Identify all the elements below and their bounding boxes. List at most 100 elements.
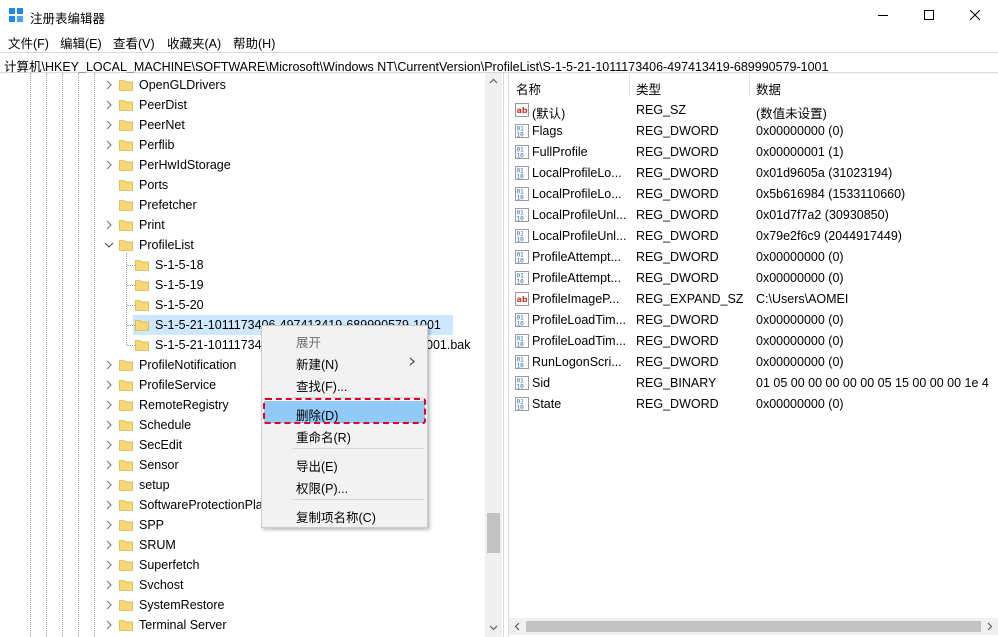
folder-icon — [135, 318, 149, 332]
tree-key[interactable]: Ports — [0, 175, 485, 195]
list-scroll-thumb[interactable] — [526, 621, 981, 632]
folder-icon — [119, 158, 133, 172]
ctx-copy-key-name[interactable]: 复制项名称(C) — [262, 503, 427, 525]
column-header-type[interactable]: 类型 — [636, 73, 661, 97]
tree-key-label: SecEdit — [139, 438, 183, 452]
chevron-right-icon[interactable] — [104, 459, 114, 471]
chevron-right-icon[interactable] — [104, 619, 114, 631]
maximize-button[interactable] — [906, 0, 952, 30]
column-separator[interactable] — [749, 73, 750, 97]
value-list[interactable]: 名称 类型 数据 ab (默认) REG_SZ (数值未设置) 01 10 Flags REG… — [509, 73, 998, 637]
tree-vertical-scrollbar[interactable] — [485, 73, 502, 637]
chevron-right-icon[interactable] — [104, 559, 114, 571]
chevron-right-icon[interactable] — [104, 539, 114, 551]
ctx-rename[interactable]: 重命名(R) — [262, 423, 427, 445]
chevron-right-icon[interactable] — [104, 499, 114, 511]
tree-key[interactable]: PeerDist — [0, 95, 485, 115]
chevron-right-icon[interactable] — [104, 399, 114, 411]
tree-key[interactable]: Print — [0, 215, 485, 235]
value-row[interactable]: 01 10 State REG_DWORD 0x00000000 (0) — [509, 393, 998, 414]
chevron-down-icon[interactable] — [104, 239, 114, 251]
tree-key-label: ProfileNotification — [139, 358, 237, 372]
tree-key-label: RemoteRegistry — [139, 398, 229, 412]
ctx-rename-label: 重命名(R) — [296, 431, 351, 445]
tree-key[interactable]: Terminal Server — [0, 615, 485, 635]
ctx-permissions[interactable]: 权限(P)... — [262, 474, 427, 496]
chevron-right-icon[interactable] — [104, 579, 114, 591]
value-row[interactable]: 01 10 LocalProfileLo... REG_DWORD 0x01d9605a… — [509, 162, 998, 183]
value-row[interactable]: 01 10 LocalProfileUnl... REG_DWORD 0x79e2f6c… — [509, 225, 998, 246]
tree-scroll-thumb[interactable] — [487, 513, 500, 553]
value-row[interactable]: 01 10 RunLogonScri... REG_DWORD 0x00000000 (… — [509, 351, 998, 372]
chevron-right-icon[interactable] — [104, 359, 114, 371]
tree-key[interactable]: SRUM — [0, 535, 485, 555]
folder-icon — [119, 98, 133, 112]
value-data: 0x00000000 (0) — [756, 250, 844, 264]
scroll-down-icon[interactable] — [489, 623, 498, 632]
chevron-right-icon[interactable] — [104, 599, 114, 611]
value-type: REG_DWORD — [636, 166, 719, 180]
tree-key[interactable]: Prefetcher — [0, 195, 485, 215]
value-row[interactable]: 01 10 ProfileAttempt... REG_DWORD 0x00000000… — [509, 246, 998, 267]
value-row[interactable]: ab ProfileImageP... REG_EXPAND_SZ C:\Users\… — [509, 288, 998, 309]
tree-key[interactable]: SystemRestore — [0, 595, 485, 615]
tree-key-label: S-1-5-19 — [155, 278, 204, 292]
tree-key[interactable]: Superfetch — [0, 555, 485, 575]
chevron-right-icon[interactable] — [104, 159, 114, 171]
value-type: REG_DWORD — [636, 208, 719, 222]
chevron-right-icon[interactable] — [104, 479, 114, 491]
ctx-export[interactable]: 导出(E) — [262, 452, 427, 474]
close-button[interactable] — [952, 0, 998, 30]
chevron-right-icon[interactable] — [104, 139, 114, 151]
tree-key[interactable]: PerHwIdStorage — [0, 155, 485, 175]
menu-help[interactable]: 帮助(H) — [233, 33, 275, 52]
ctx-copy-key-name-label: 复制项名称(C) — [296, 511, 376, 525]
value-row[interactable]: 01 10 ProfileLoadTim... REG_DWORD 0x00000000… — [509, 330, 998, 351]
scroll-up-icon[interactable] — [489, 77, 498, 86]
column-header-name[interactable]: 名称 — [516, 73, 541, 97]
chevron-right-icon[interactable] — [104, 439, 114, 451]
column-header-data[interactable]: 数据 — [756, 73, 781, 97]
menu-edit[interactable]: 编辑(E) — [60, 33, 102, 52]
tree-key[interactable]: Svchost — [0, 575, 485, 595]
menu-file[interactable]: 文件(F) — [8, 33, 49, 52]
menu-view[interactable]: 查看(V) — [113, 33, 155, 52]
key-tree[interactable]: OpenGLDrivers PeerDist PeerNet Perflib PerHw… — [0, 73, 504, 637]
chevron-right-icon[interactable] — [104, 79, 114, 91]
value-row[interactable]: 01 10 FullProfile REG_DWORD 0x00000001 (1) — [509, 141, 998, 162]
folder-icon — [119, 518, 133, 532]
value-row[interactable]: 01 10 LocalProfileLo... REG_DWORD 0x5b616984… — [509, 183, 998, 204]
chevron-right-icon[interactable] — [104, 379, 114, 391]
value-data: 0x00000000 (0) — [756, 124, 844, 138]
chevron-right-icon[interactable] — [104, 119, 114, 131]
chevron-right-icon[interactable] — [104, 219, 114, 231]
tree-guide-line — [127, 345, 135, 346]
chevron-right-icon[interactable] — [104, 99, 114, 111]
tree-key[interactable]: PeerNet — [0, 115, 485, 135]
address-bar[interactable]: 计算机\HKEY_LOCAL_MACHINE\SOFTWARE\Microsof… — [0, 52, 998, 74]
minimize-button[interactable] — [860, 0, 906, 30]
tree-key[interactable]: Perflib — [0, 135, 485, 155]
chevron-right-icon[interactable] — [104, 419, 114, 431]
value-type: REG_DWORD — [636, 229, 719, 243]
tree-subkey[interactable]: S-1-5-19 — [0, 275, 485, 295]
tree-subkey[interactable]: S-1-5-20 — [0, 295, 485, 315]
value-row[interactable]: 01 10 Flags REG_DWORD 0x00000000 (0) — [509, 120, 998, 141]
tree-key[interactable]: ProfileList — [0, 235, 485, 255]
value-row[interactable]: 01 10 LocalProfileUnl... REG_DWORD 0x01d7f7a… — [509, 204, 998, 225]
value-row[interactable]: 01 10 ProfileAttempt... REG_DWORD 0x00000000… — [509, 267, 998, 288]
scroll-left-icon[interactable] — [513, 622, 522, 631]
menu-favorites[interactable]: 收藏夹(A) — [167, 33, 221, 52]
tree-subkey[interactable]: S-1-5-18 — [0, 255, 485, 275]
value-row[interactable]: 01 10 Sid REG_BINARY 01 05 00 00 00 00 00 05… — [509, 372, 998, 393]
list-horizontal-scrollbar[interactable] — [509, 618, 998, 635]
value-row[interactable]: ab (默认) REG_SZ (数值未设置) — [509, 99, 998, 121]
value-row[interactable]: 01 10 ProfileLoadTim... REG_DWORD 0x00000000… — [509, 309, 998, 330]
tree-key[interactable]: OpenGLDrivers — [0, 75, 485, 95]
chevron-right-icon[interactable] — [104, 519, 114, 531]
scroll-right-icon[interactable] — [985, 622, 994, 631]
ctx-find[interactable]: 查找(F)... — [262, 372, 427, 394]
column-separator[interactable] — [629, 73, 630, 97]
value-name: Flags — [532, 124, 563, 138]
ctx-new[interactable]: 新建(N) — [262, 350, 427, 372]
